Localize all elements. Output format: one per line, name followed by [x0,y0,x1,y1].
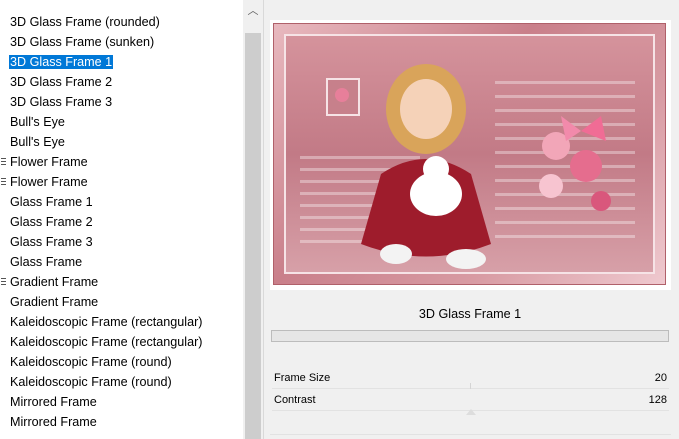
list-scrollbar[interactable]: ︿ [243,0,263,439]
list-item-label: Gradient Frame [10,295,99,309]
list-item[interactable]: Mirrored Frame [0,392,243,412]
list-item[interactable]: 3D Glass Frame 2 [0,72,243,92]
list-item-label: Gradient Frame [10,275,99,289]
list-item-label: Kaleidoscopic Frame (round) [10,355,172,369]
list-item[interactable]: 3D Glass Frame (rounded) [0,12,243,32]
list-item[interactable]: Glass Frame 3 [0,232,243,252]
list-item[interactable]: Kaleidoscopic Frame (rectangular) [0,332,243,352]
list-item[interactable]: Glass Frame [0,252,243,272]
flower-bouquet [539,116,611,211]
progress-bar [271,330,669,342]
list-item-label: Kaleidoscopic Frame (rectangular) [10,335,203,349]
grip-icon [1,178,6,187]
list-item[interactable]: Bull's Eye [0,132,243,152]
list-item[interactable]: Gradient Frame [0,272,243,292]
list-item[interactable]: Gradient Frame [0,292,243,312]
frame-list[interactable]: 3D Glass Frame (rounded) 3D Glass Frame (… [0,12,243,432]
list-item[interactable]: Kaleidoscopic Frame (round) [0,352,243,372]
list-item-label: 3D Glass Frame (sunken) [10,35,155,49]
property-row-contrast[interactable]: Contrast 128 [270,389,671,415]
list-item-label: Glass Frame [10,255,83,269]
list-item[interactable]: Bull's Eye [0,112,243,132]
list-item[interactable]: Kaleidoscopic Frame (round) [0,372,243,392]
list-item-label: Flower Frame [10,155,88,169]
list-item-label: Kaleidoscopic Frame (rectangular) [10,315,203,329]
preview-inner-frame [284,34,655,274]
frame-list-pane: 3D Glass Frame (rounded) 3D Glass Frame (… [0,0,264,439]
list-item-label: Flower Frame [10,175,88,189]
property-value[interactable]: 20 [655,367,667,389]
list-item-label: Mirrored Frame [10,415,97,429]
property-label: Contrast [274,394,316,406]
property-row-frame-size[interactable]: Frame Size 20 [270,367,671,389]
girl-illustration [361,64,491,269]
slider-thumb[interactable] [466,409,476,415]
grip-icon [1,158,6,167]
list-item-label: Glass Frame 3 [10,235,93,249]
preview-panel [270,20,671,290]
list-item[interactable]: Flower Frame [0,152,243,172]
list-item-label: Kaleidoscopic Frame (round) [10,375,172,389]
property-label: Frame Size [274,372,331,384]
list-item-label: Glass Frame 1 [10,195,93,209]
list-item-label: 3D Glass Frame 2 [10,75,113,89]
chevron-up-icon[interactable]: ︿ [243,0,263,20]
list-item[interactable]: Glass Frame 1 [0,192,243,212]
list-item-label: Bull's Eye [10,115,65,129]
list-item[interactable]: Kaleidoscopic Frame (rectangular) [0,312,243,332]
divider [270,434,671,435]
selected-frame-title: 3D Glass Frame 1 [270,299,670,329]
list-item-label: 3D Glass Frame 3 [10,95,113,109]
scroll-thumb[interactable] [245,33,261,439]
list-item-label: Bull's Eye [10,135,65,149]
preview-image [273,23,666,285]
list-item[interactable]: 3D Glass Frame 3 [0,92,243,112]
list-item-label: 3D Glass Frame (rounded) [10,15,160,29]
list-item[interactable]: 3D Glass Frame (sunken) [0,32,243,52]
list-item[interactable]: Mirrored Frame [0,412,243,432]
list-item[interactable]: 3D Glass Frame 1 [0,52,243,72]
list-item-label: Glass Frame 2 [10,215,93,229]
list-item-label: 3D Glass Frame 1 [9,55,114,69]
list-item-label: Mirrored Frame [10,395,97,409]
list-item[interactable]: Flower Frame [0,172,243,192]
list-item[interactable]: Glass Frame 2 [0,212,243,232]
grip-icon [1,278,6,287]
property-value[interactable]: 128 [649,389,667,411]
